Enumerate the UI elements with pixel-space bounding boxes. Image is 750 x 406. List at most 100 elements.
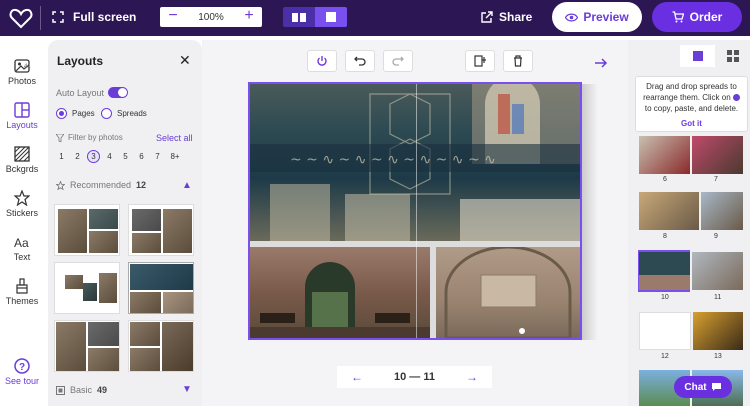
select-all-link[interactable]: Select all — [156, 133, 193, 143]
cart-icon — [672, 11, 684, 23]
auto-layout-label: Auto Layout — [56, 88, 105, 98]
spread-label: 9 — [714, 233, 718, 240]
add-page-icon — [474, 55, 486, 67]
spread-fold-line — [416, 84, 417, 338]
star-icon — [56, 180, 65, 190]
background-pattern-icon — [14, 146, 30, 162]
photo-count-2[interactable]: 2 — [71, 150, 84, 163]
spread-view-button[interactable] — [283, 7, 315, 27]
spread-thumbnail-6-7[interactable] — [639, 136, 743, 174]
single-page-icon — [326, 12, 336, 22]
share-label: Share — [499, 10, 533, 24]
chat-button[interactable]: Chat — [674, 376, 732, 398]
rail-backgrounds[interactable]: Bckgrds — [0, 146, 44, 174]
power-icon — [317, 56, 327, 66]
paint-brush-icon — [16, 278, 28, 294]
more-icon — [732, 94, 740, 102]
photo-count-5[interactable]: 5 — [119, 150, 132, 163]
photo-count-8-plus[interactable]: 8+ — [167, 150, 183, 163]
next-arrow-icon[interactable] — [594, 55, 608, 73]
zoom-in-button[interactable]: + — [242, 8, 256, 24]
radio-spreads[interactable]: Spreads — [101, 108, 147, 119]
stickers-label: Stickers — [5, 208, 38, 218]
spread-label: 8 — [663, 233, 667, 240]
layout-thumbnail[interactable] — [54, 262, 120, 314]
delete-button[interactable] — [503, 50, 533, 72]
preview-label: Preview — [583, 10, 629, 24]
layout-thumbnail[interactable] — [54, 204, 120, 256]
heart-logo-icon[interactable] — [9, 6, 33, 30]
grid-icon — [726, 50, 739, 62]
grid-view-button[interactable] — [715, 45, 750, 67]
fullscreen-button[interactable]: Full screen — [52, 6, 136, 28]
layout-thumbnail[interactable] — [128, 320, 194, 372]
help-icon: ? — [14, 358, 30, 374]
photo-stone-doorway[interactable] — [250, 247, 430, 338]
undo-button[interactable] — [345, 50, 375, 72]
arch-shape — [444, 245, 572, 338]
svg-text:?: ? — [19, 362, 25, 373]
spread-view-icon — [292, 12, 306, 22]
got-it-link[interactable]: Got it — [639, 118, 744, 129]
photo-mosque-interior[interactable]: ~ ~ ∿ ~ ∿ ~ ∿ ~ ∿ ~ ∿ ~ ∿ — [250, 84, 580, 241]
rail-stickers[interactable]: Stickers — [0, 190, 44, 218]
recommended-section-header[interactable]: Recommended 12 — [56, 180, 146, 190]
chat-label: Chat — [684, 381, 707, 393]
spread-label: 11 — [714, 294, 722, 301]
redo-icon — [392, 56, 404, 66]
basic-section-header[interactable]: Basic 49 — [56, 385, 107, 395]
radio-spreads-label: Spreads — [117, 109, 147, 118]
rail-text[interactable]: Aa Text — [0, 234, 44, 262]
rail-layouts[interactable]: Layouts — [0, 102, 44, 130]
spreads-view-toggle — [680, 45, 750, 67]
single-view-button[interactable] — [680, 45, 715, 67]
recommended-label: Recommended — [70, 180, 132, 190]
photo-count-4[interactable]: 4 — [103, 150, 116, 163]
single-page-view-button[interactable] — [315, 7, 347, 27]
layout-thumbnail-selected[interactable] — [128, 262, 194, 314]
zoom-out-button[interactable]: − — [166, 8, 180, 24]
chevron-up-icon[interactable]: ▲ — [182, 180, 192, 191]
photo-count-7[interactable]: 7 — [151, 150, 164, 163]
spread-thumbnail-12-13[interactable] — [639, 312, 743, 350]
add-page-button[interactable] — [465, 50, 495, 72]
backgrounds-label: Bckgrds — [5, 164, 39, 174]
drag-drop-tip: Drag and drop spreads to rearrange them.… — [635, 76, 748, 132]
layout-thumbnail[interactable] — [54, 320, 120, 372]
spread-thumbnail-10-11[interactable] — [639, 252, 743, 290]
tile-pattern: ~ ~ ∿ ~ ∿ ~ ∿ ~ ∿ ~ ∿ ~ ∿ — [250, 84, 580, 241]
rail-themes[interactable]: Themes — [0, 278, 44, 306]
spread-label: 6 — [663, 176, 667, 183]
layout-thumbnail[interactable] — [128, 204, 194, 256]
photo-count-1[interactable]: 1 — [55, 150, 68, 163]
page-range-label: 10 — 11 — [394, 371, 435, 383]
top-bar: Full screen − 100% + Share Preview Order — [0, 0, 750, 36]
power-button[interactable] — [307, 50, 337, 72]
redo-button[interactable] — [383, 50, 413, 72]
layout-icon — [14, 102, 30, 118]
svg-text:Aa: Aa — [14, 236, 29, 250]
preview-button[interactable]: Preview — [552, 2, 642, 32]
see-tour-button[interactable]: ? See tour — [0, 358, 44, 386]
rail-photos[interactable]: 41 Photos — [0, 58, 44, 86]
view-toggle — [283, 7, 347, 27]
spread-thumbnail-8-9[interactable] — [639, 192, 743, 230]
photo-spread[interactable]: ~ ~ ∿ ~ ∿ ~ ∿ ~ ∿ ~ ∿ ~ ∿ — [248, 82, 582, 340]
radio-pages[interactable]: Pages — [56, 108, 95, 119]
tip-text: Drag and drop spreads to rearrange them.… — [643, 82, 737, 102]
order-button[interactable]: Order — [652, 2, 742, 32]
share-button[interactable]: Share — [481, 7, 532, 27]
fullscreen-label: Full screen — [73, 10, 137, 24]
photo-count-6[interactable]: 6 — [135, 150, 148, 163]
photo-count-3[interactable]: 3 — [87, 150, 100, 163]
photo-count-filter: 1 2 3 4 5 6 7 8+ — [55, 150, 183, 163]
close-icon[interactable]: ✕ — [179, 53, 191, 67]
chevron-down-icon[interactable]: ▼ — [182, 384, 192, 395]
page-navigator: ← 10 — 11 → — [337, 366, 492, 388]
spread-shadow — [582, 84, 598, 340]
photo-stone-arch[interactable] — [436, 245, 580, 338]
auto-layout-toggle[interactable] — [108, 87, 128, 98]
previous-spread-arrow-icon[interactable]: ← — [351, 370, 363, 384]
next-spread-arrow-icon[interactable]: → — [466, 370, 478, 384]
